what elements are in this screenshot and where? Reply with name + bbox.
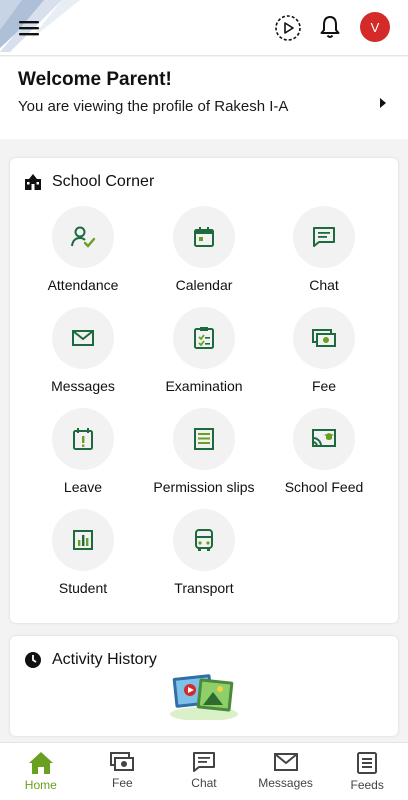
bottom-navigation: Home Fee Chat Messages Feeds [0,742,408,800]
nav-chat[interactable]: Chat [163,743,245,800]
school-corner-title: School Corner [52,173,155,190]
clipboard-icon [173,307,235,369]
notifications-button[interactable] [318,14,342,40]
welcome-title: Welcome Parent! [18,69,172,90]
tile-attendance[interactable]: Attendance [23,206,143,293]
nav-fee[interactable]: Fee [82,743,164,800]
menu-button[interactable] [14,14,44,42]
tile-label: Messages [51,378,115,394]
tile-label: Chat [309,277,339,293]
tile-label: Calendar [175,277,233,293]
tile-fee[interactable]: Fee [264,307,384,394]
profile-avatar[interactable]: V [360,12,390,42]
nav-label: Messages [258,776,313,790]
tile-label: Leave [63,479,103,495]
school-building-icon [25,174,41,190]
bell-icon [320,16,340,38]
home-icon [28,752,53,774]
history-icon [25,652,41,668]
tile-label: Transport [174,580,234,596]
nav-label: Home [24,778,57,792]
nav-label: Fee [112,776,133,790]
envelope-icon [273,753,298,771]
bus-icon [173,509,235,571]
media-illustration [168,670,244,725]
tile-label: Student [58,580,108,596]
tile-label: Examination [165,378,243,394]
leave-icon [52,408,114,470]
tile-student[interactable]: Student [23,509,143,596]
tile-label: Fee [311,378,337,394]
nav-feeds[interactable]: Feeds [326,743,408,800]
hamburger-icon [19,21,39,36]
chat-icon [192,752,215,772]
play-circle-icon [275,15,301,41]
feeds-icon [357,752,378,774]
nav-home[interactable]: Home [0,743,82,800]
school-corner-card: School Corner Attendance Calendar Chat M… [10,158,398,623]
slip-icon [173,408,235,470]
nav-label: Chat [191,776,217,790]
app-bar: V [0,0,408,56]
activity-history-card: Activity History [10,636,398,736]
money-icon [293,307,355,369]
nav-label: Feeds [350,778,384,792]
cast-icon [293,408,355,470]
tile-school-feed[interactable]: School Feed [264,408,384,495]
chevron-right-icon[interactable] [380,98,386,108]
tile-label: Permission slips [153,479,255,495]
avatar-initial: V [370,19,380,35]
bar-chart-icon [52,509,114,571]
tile-transport[interactable]: Transport [144,509,264,596]
activity-history-title: Activity History [52,651,157,668]
money-icon [110,752,135,771]
tile-leave[interactable]: Leave [23,408,143,495]
nav-messages[interactable]: Messages [245,743,327,800]
tile-chat[interactable]: Chat [264,206,384,293]
tile-permission-slips[interactable]: Permission slips [144,408,264,495]
profile-subtitle: You are viewing the profile of Rakesh I-… [18,98,289,115]
welcome-banner[interactable]: Welcome Parent! You are viewing the prof… [0,57,408,139]
tile-calendar[interactable]: Calendar [144,206,264,293]
activity-history-header: Activity History [10,636,398,669]
video-tutorial-button[interactable] [274,14,302,42]
calendar-icon [173,206,235,268]
chat-icon [293,206,355,268]
tile-label: Attendance [47,277,119,293]
envelope-icon [52,307,114,369]
attendance-icon [52,206,114,268]
tile-label: School Feed [284,479,364,495]
tile-examination[interactable]: Examination [144,307,264,394]
tile-messages[interactable]: Messages [23,307,143,394]
school-corner-header: School Corner [10,158,398,191]
